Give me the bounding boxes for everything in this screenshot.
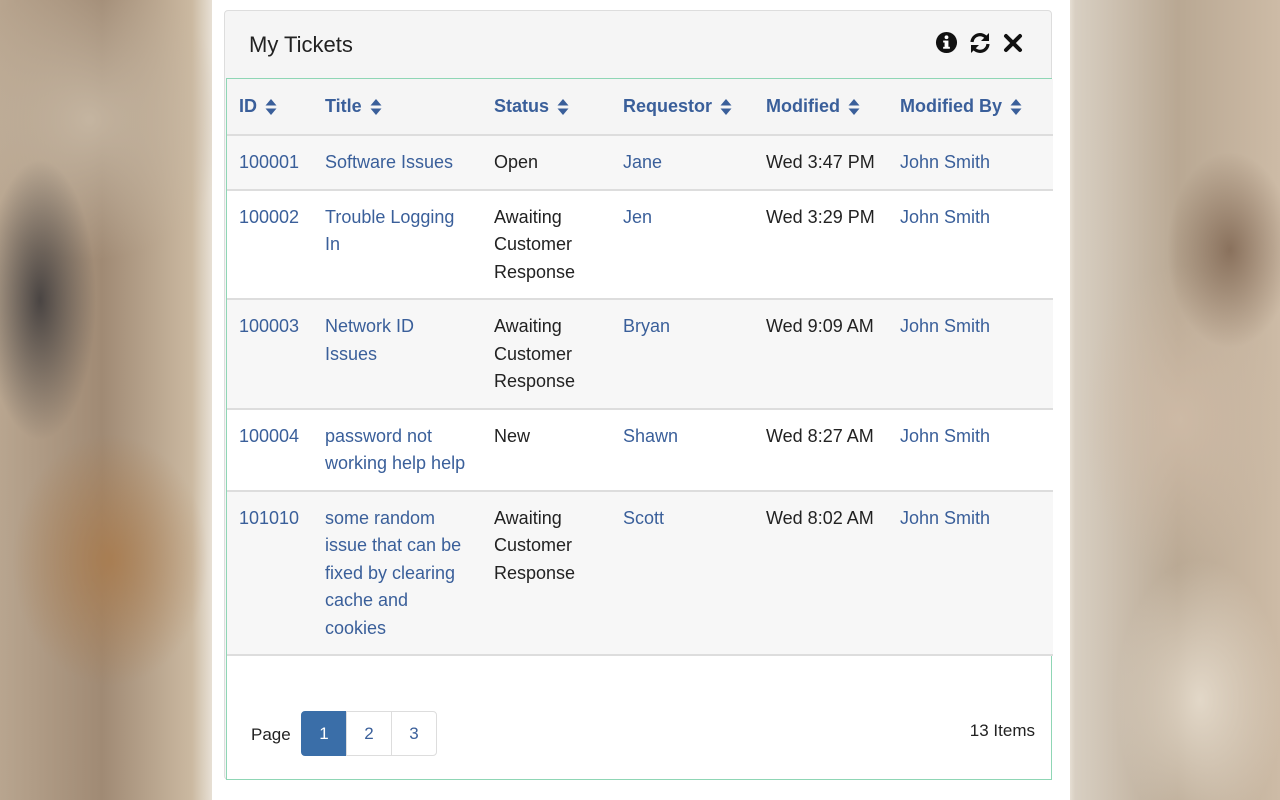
ticket-title-link[interactable]: Software Issues — [325, 152, 453, 172]
ticket-requestor-link[interactable]: Jane — [623, 152, 662, 172]
ticket-status: Open — [482, 135, 611, 191]
ticket-id-link[interactable]: 100002 — [239, 207, 299, 227]
ticket-modified: Wed 8:02 AM — [754, 490, 888, 656]
table-row: 100001 Software Issues Open Jane Wed 3:4… — [227, 135, 1053, 191]
sort-icon — [848, 99, 860, 116]
ticket-modified: Wed 3:29 PM — [754, 189, 888, 300]
ticket-title-link[interactable]: Network ID Issues — [325, 316, 414, 364]
sort-icon — [557, 99, 569, 116]
ticket-modified-by-link[interactable]: John Smith — [900, 152, 990, 172]
close-button[interactable] — [1000, 30, 1025, 55]
ticket-title-link[interactable]: Trouble Logging In — [325, 207, 454, 255]
ticket-modified-by-link[interactable]: John Smith — [900, 508, 990, 528]
panel-title: My Tickets — [249, 32, 353, 57]
column-header-requestor[interactable]: Requestor — [611, 79, 754, 136]
ticket-id-link[interactable]: 100003 — [239, 316, 299, 336]
table-row: 101010 some random issue that can be fix… — [227, 490, 1053, 656]
ticket-id-link[interactable]: 100004 — [239, 426, 299, 446]
column-header-id[interactable]: ID — [227, 79, 313, 136]
ticket-status: New — [482, 408, 611, 492]
page-button-2[interactable]: 2 — [346, 711, 392, 756]
ticket-status: Awaiting Customer Response — [482, 490, 611, 656]
ticket-modified: Wed 9:09 AM — [754, 299, 888, 410]
refresh-button[interactable] — [967, 30, 992, 55]
tickets-table: ID Title Status Requestor Modified Modif… — [227, 79, 1053, 656]
ticket-modified-by-link[interactable]: John Smith — [900, 316, 990, 336]
table-row: 100003 Network ID Issues Awaiting Custom… — [227, 299, 1053, 410]
column-header-status[interactable]: Status — [482, 79, 611, 136]
table-row: 100004 password not working help help Ne… — [227, 408, 1053, 492]
ticket-title-link[interactable]: password not working help help — [325, 426, 465, 474]
ticket-modified: Wed 8:27 AM — [754, 408, 888, 492]
ticket-modified: Wed 3:47 PM — [754, 135, 888, 191]
ticket-requestor-link[interactable]: Bryan — [623, 316, 670, 336]
ticket-modified-by-link[interactable]: John Smith — [900, 426, 990, 446]
info-button[interactable] — [934, 30, 959, 55]
ticket-id-link[interactable]: 101010 — [239, 508, 299, 528]
close-icon — [1003, 33, 1022, 52]
ticket-status: Awaiting Customer Response — [482, 299, 611, 410]
refresh-icon — [969, 32, 990, 53]
page-button-3[interactable]: 3 — [391, 711, 437, 756]
sort-icon — [1010, 99, 1022, 116]
column-header-modified[interactable]: Modified — [754, 79, 888, 136]
column-header-title[interactable]: Title — [313, 79, 482, 136]
ticket-id-link[interactable]: 100001 — [239, 152, 299, 172]
tickets-grid: ID Title Status Requestor Modified Modif… — [226, 78, 1053, 780]
ticket-requestor-link[interactable]: Shawn — [623, 426, 678, 446]
sort-icon — [370, 99, 382, 116]
ticket-title-link[interactable]: some random issue that can be fixed by c… — [325, 508, 461, 638]
sort-icon — [720, 99, 732, 116]
table-row: 100002 Trouble Logging In Awaiting Custo… — [227, 189, 1053, 300]
info-icon — [935, 31, 958, 54]
pager-label: Page — [251, 725, 291, 744]
page-button-1[interactable]: 1 — [301, 711, 347, 756]
ticket-requestor-link[interactable]: Scott — [623, 508, 664, 528]
pager: Page 1 2 3 13 Items — [227, 697, 1051, 779]
column-header-modified-by[interactable]: Modified By — [888, 79, 1053, 136]
sort-icon — [265, 99, 277, 116]
ticket-requestor-link[interactable]: Jen — [623, 207, 652, 227]
table-header-row: ID Title Status Requestor Modified Modif… — [227, 79, 1053, 136]
page-buttons: 1 2 3 — [301, 711, 437, 756]
panel-toolbar — [934, 30, 1025, 55]
item-count: 13 Items — [969, 721, 1035, 740]
ticket-modified-by-link[interactable]: John Smith — [900, 207, 990, 227]
ticket-status: Awaiting Customer Response — [482, 189, 611, 300]
